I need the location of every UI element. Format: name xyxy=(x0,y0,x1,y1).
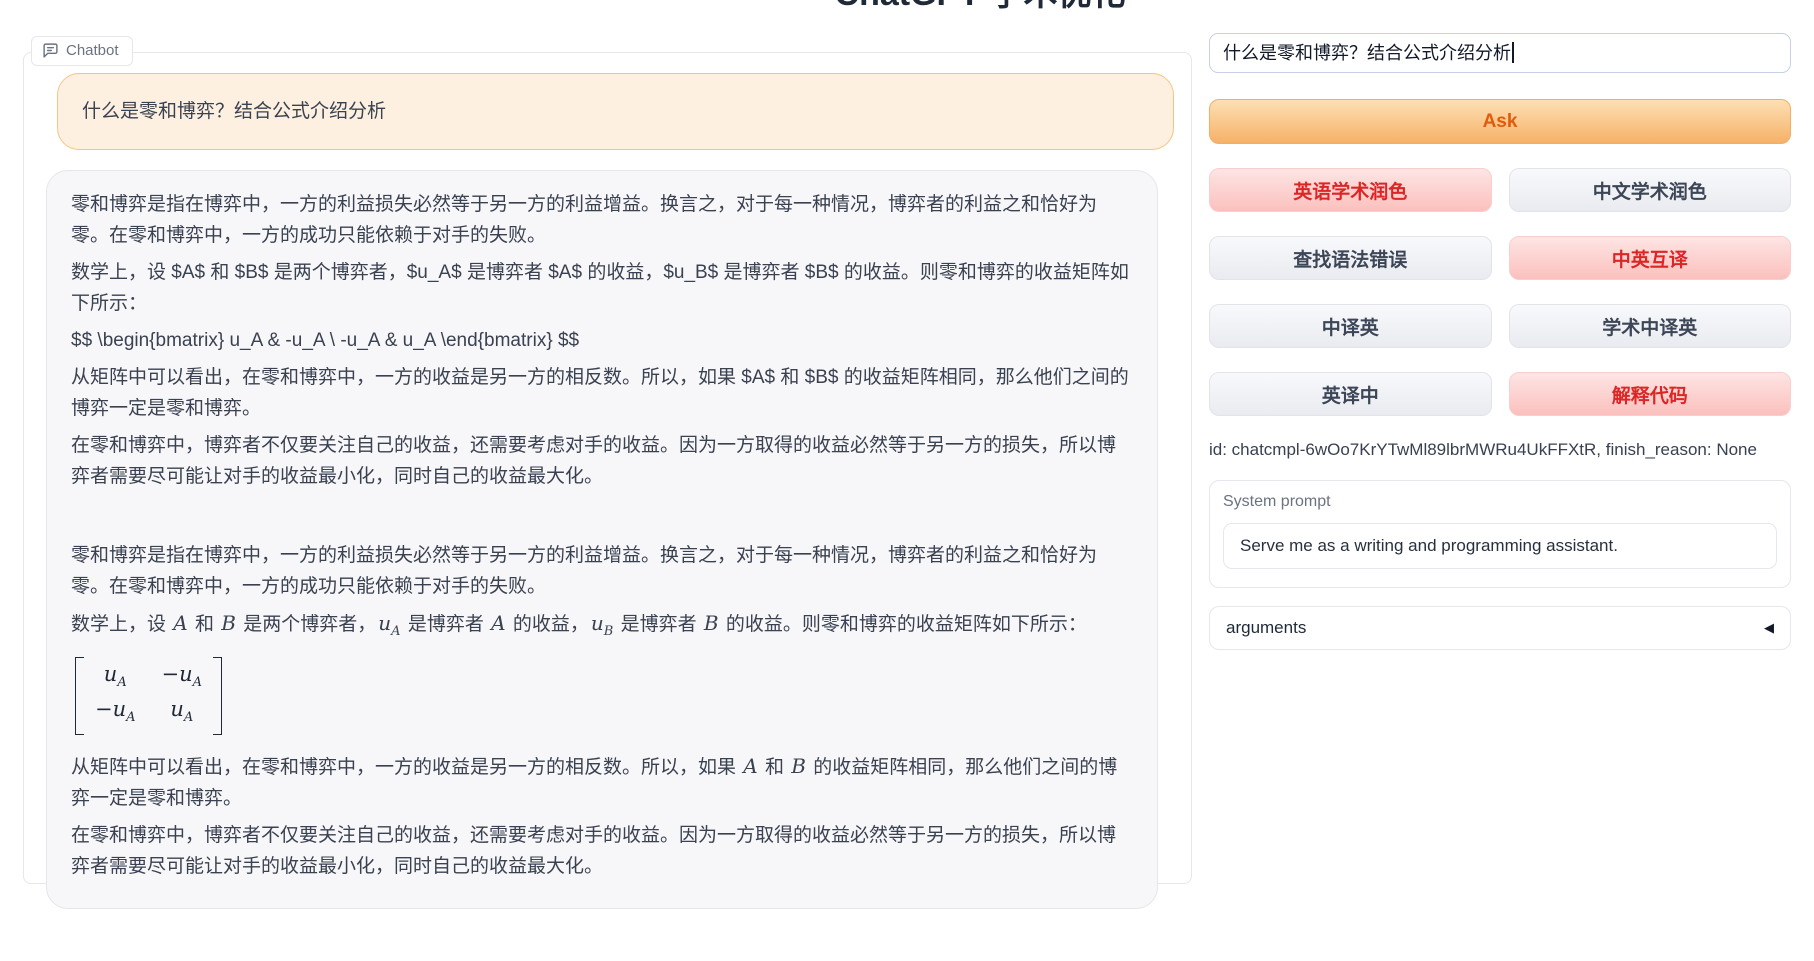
matrix-cell: −uA xyxy=(162,661,203,696)
bot-paragraph: 零和博弈是指在博弈中，一方的利益损失必然等于另一方的利益增益。换言之，对于每一种… xyxy=(71,540,1131,602)
matrix-left-bracket xyxy=(75,657,84,735)
chatbot-label: Chatbot xyxy=(31,36,133,66)
btn-academic-zh-to-en[interactable]: 学术中译英 xyxy=(1509,304,1792,348)
text-caret xyxy=(1512,42,1514,63)
btn-en-to-zh[interactable]: 英译中 xyxy=(1209,372,1492,416)
btn-find-grammar-errors[interactable]: 查找语法错误 xyxy=(1209,236,1492,280)
chat-messages: 什么是零和博弈？结合公式介绍分析 零和博弈是指在博弈中，一方的利益损失必然等于另… xyxy=(24,73,1191,909)
bot-paragraph-with-math: 从矩阵中可以看出，在零和博弈中，一方的收益是另一方的相反数。所以，如果 A 和 … xyxy=(71,751,1131,814)
status-line: id: chatcmpl-6wOo7KrYTwMl89lbrMWRu4UkFFX… xyxy=(1209,440,1791,460)
bot-paragraph: 从矩阵中可以看出，在零和博弈中，一方的收益是另一方的相反数。所以，如果 $A$ … xyxy=(71,362,1131,424)
question-input[interactable]: 什么是零和博弈？结合公式介绍分析 xyxy=(1209,33,1791,73)
user-message-text: 什么是零和博弈？结合公式介绍分析 xyxy=(82,96,1149,127)
arguments-accordion[interactable]: arguments ◀ xyxy=(1209,606,1791,650)
matrix-cell: uA xyxy=(104,661,127,696)
system-prompt-label: System prompt xyxy=(1223,493,1777,517)
matrix-right-bracket xyxy=(213,657,222,735)
btn-explain-code[interactable]: 解释代码 xyxy=(1509,372,1792,416)
bot-paragraph-with-math: 数学上，设 A 和 B 是两个博弈者，uA 是博弈者 A 的收益，uB 是博弈者… xyxy=(71,608,1131,647)
user-message-bubble: 什么是零和博弈？结合公式介绍分析 xyxy=(57,73,1174,150)
btn-zh-en-mutual-translate[interactable]: 中英互译 xyxy=(1509,236,1792,280)
matrix-cell: uA xyxy=(170,696,193,731)
bot-answer-rendered-math: 零和博弈是指在博弈中，一方的利益损失必然等于另一方的利益增益。换言之，对于每一种… xyxy=(71,540,1131,882)
bot-answer-raw-latex: 零和博弈是指在博弈中，一方的利益损失必然等于另一方的利益增益。换言之，对于每一种… xyxy=(71,189,1131,492)
arguments-accordion-label: arguments xyxy=(1226,618,1306,638)
chatbot-panel: Chatbot 什么是零和博弈？结合公式介绍分析 零和博弈是指在博弈中，一方的利… xyxy=(23,52,1192,884)
collapse-triangle-icon: ◀ xyxy=(1764,620,1774,636)
system-prompt-input[interactable]: Serve me as a writing and programming as… xyxy=(1223,523,1777,569)
matrix-cells: uA −uA −uA uA xyxy=(87,657,210,735)
page-title-clipped: ChatGPT 学术优化 xyxy=(830,0,1130,15)
bot-latex-matrix-source: $$ \begin{bmatrix} u_A & -u_A \ -u_A & u… xyxy=(71,325,1131,356)
bot-message-bubble: 零和博弈是指在博弈中，一方的利益损失必然等于另一方的利益增益。换言之，对于每一种… xyxy=(46,170,1158,909)
chatbot-label-text: Chatbot xyxy=(66,42,119,59)
btn-english-academic-polish[interactable]: 英语学术润色 xyxy=(1209,168,1492,212)
control-panel: 什么是零和博弈？结合公式介绍分析 Ask 英语学术润色 中文学术润色 查找语法错… xyxy=(1209,33,1791,650)
payoff-matrix: uA −uA −uA uA xyxy=(75,657,222,735)
bot-paragraph: 在零和博弈中，博弈者不仅要关注自己的收益，还需要考虑对手的收益。因为一方取得的收… xyxy=(71,820,1131,882)
btn-zh-to-en[interactable]: 中译英 xyxy=(1209,304,1492,348)
bot-paragraph: 零和博弈是指在博弈中，一方的利益损失必然等于另一方的利益增益。换言之，对于每一种… xyxy=(71,189,1131,251)
system-prompt-value: Serve me as a writing and programming as… xyxy=(1240,536,1618,555)
matrix-cell: −uA xyxy=(95,696,136,731)
bot-paragraph: 在零和博弈中，博弈者不仅要关注自己的收益，还需要考虑对手的收益。因为一方取得的收… xyxy=(71,430,1131,492)
bot-paragraph: 数学上，设 $A$ 和 $B$ 是两个博弈者，$u_A$ 是博弈者 $A$ 的收… xyxy=(71,257,1131,319)
ask-button[interactable]: Ask xyxy=(1209,99,1791,144)
quick-actions-grid: 英语学术润色 中文学术润色 查找语法错误 中英互译 中译英 学术中译英 英译中 … xyxy=(1209,168,1791,416)
question-input-value: 什么是零和博弈？结合公式介绍分析 xyxy=(1223,43,1511,63)
system-prompt-block: System prompt Serve me as a writing and … xyxy=(1209,480,1791,588)
btn-chinese-academic-polish[interactable]: 中文学术润色 xyxy=(1509,168,1792,212)
chat-bubble-icon xyxy=(42,42,59,59)
